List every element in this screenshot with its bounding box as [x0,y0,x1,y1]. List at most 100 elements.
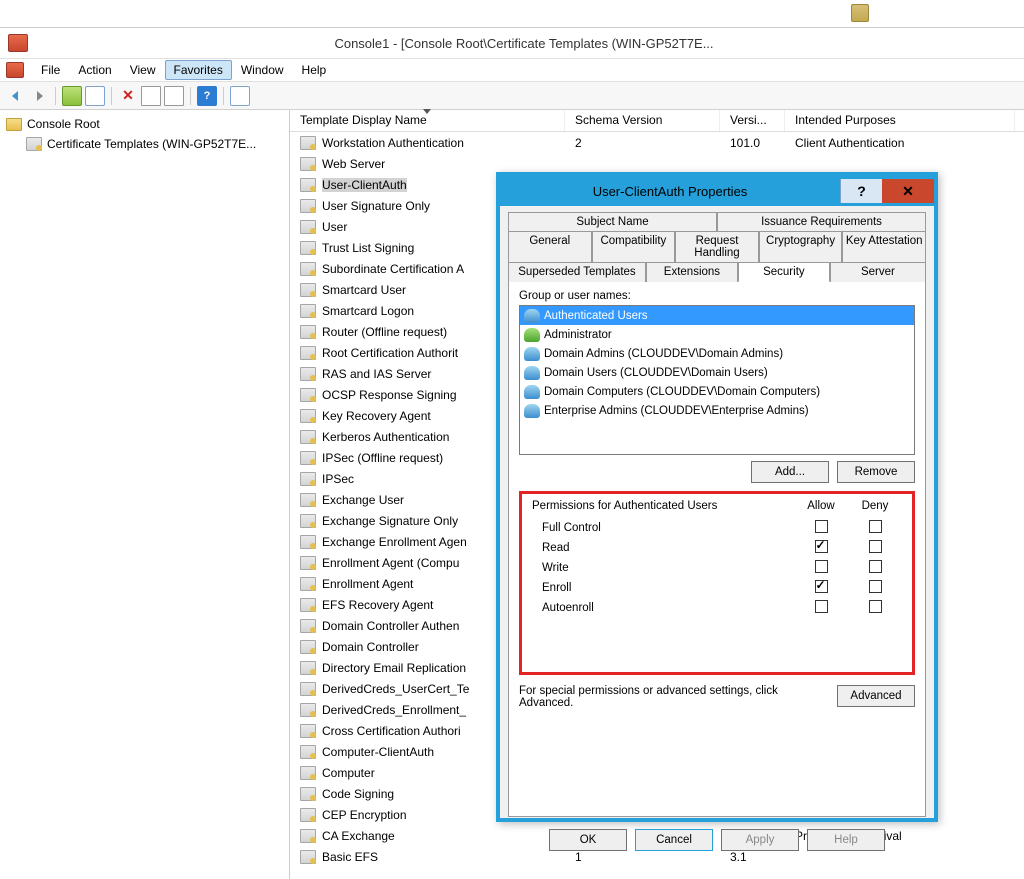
menu-window[interactable]: Window [232,60,293,80]
action-pane-icon[interactable] [230,86,250,106]
list-header[interactable]: Template Display Name Schema Version Ver… [290,110,1024,132]
tree-root[interactable]: Console Root [2,114,287,134]
dialog-title: User-ClientAuth Properties [500,184,840,199]
permission-row: Autoenroll [532,598,902,618]
deny-checkbox[interactable] [869,580,882,593]
cert-template-icon [26,137,42,151]
template-icon [300,787,316,801]
tab-superseded[interactable]: Superseded Templates [508,262,646,282]
template-name: Smartcard Logon [322,304,414,318]
col-schema[interactable]: Schema Version [565,110,720,131]
back-icon[interactable] [6,86,26,106]
tab-key-attestation[interactable]: Key Attestation [842,231,926,262]
tabs-row-3: Superseded Templates Extensions Security… [508,262,926,282]
col-template-name[interactable]: Template Display Name [290,110,565,131]
template-name: User-ClientAuth [322,178,407,192]
cancel-button[interactable]: Cancel [635,829,713,851]
deny-checkbox[interactable] [869,600,882,613]
template-icon [300,514,316,528]
menu-view[interactable]: View [121,60,165,80]
tabs-row-2: General Compatibility Request Handling C… [508,231,926,262]
dialog-help-button[interactable]: ? [840,179,882,203]
permission-name: Write [532,562,794,574]
dialog-close-button[interactable]: ✕ [882,179,934,203]
template-icon [300,157,316,171]
add-button[interactable]: Add... [751,461,829,483]
tree-cert-templates[interactable]: Certificate Templates (WIN-GP52T7E... [2,134,287,154]
allow-checkbox[interactable] [815,580,828,593]
tree-pane[interactable]: Console Root Certificate Templates (WIN-… [0,110,290,879]
menu-help[interactable]: Help [293,60,336,80]
advanced-button[interactable]: Advanced [837,685,915,707]
template-icon [300,472,316,486]
group-list[interactable]: Authenticated Users AdministratorDomain A… [519,305,915,455]
group-row[interactable]: Authenticated Users [520,306,914,325]
template-icon [300,577,316,591]
tabs-row-1: Subject Name Issuance Requirements [508,212,926,231]
show-hide-tree-icon[interactable] [85,86,105,106]
menu-favorites[interactable]: Favorites [165,60,232,80]
group-list-label: Group or user names: [519,290,915,302]
dialog-title-bar[interactable]: User-ClientAuth Properties ? ✕ [500,176,934,206]
tab-extensions[interactable]: Extensions [646,262,738,282]
allow-checkbox[interactable] [815,520,828,533]
group-row[interactable]: Domain Computers (CLOUDDEV\Domain Comput… [520,382,914,401]
group-row[interactable]: Domain Users (CLOUDDEV\Domain Users) [520,363,914,382]
properties-dialog: User-ClientAuth Properties ? ✕ Subject N… [496,172,938,822]
tab-server[interactable]: Server [830,262,926,282]
delete-icon[interactable]: ✕ [118,86,138,106]
template-name: Basic EFS [322,850,378,864]
permission-name: Enroll [532,582,794,594]
allow-checkbox[interactable] [815,540,828,553]
menu-app-icon [6,62,24,78]
forward-icon[interactable] [29,86,49,106]
up-icon[interactable] [62,86,82,106]
advanced-text: For special permissions or advanced sett… [519,685,837,709]
version-value: 101.0 [720,136,785,150]
remove-button[interactable]: Remove [837,461,915,483]
col-purpose[interactable]: Intended Purposes [785,110,1015,131]
tab-subject-name[interactable]: Subject Name [508,212,717,231]
allow-checkbox[interactable] [815,600,828,613]
tab-compatibility[interactable]: Compatibility [592,231,676,262]
apply-button[interactable]: Apply [721,829,799,851]
template-name: Trust List Signing [322,241,414,255]
group-row[interactable]: Enterprise Admins (CLOUDDEV\Enterprise A… [520,401,914,420]
template-icon [300,367,316,381]
tab-issuance-requirements[interactable]: Issuance Requirements [717,212,926,231]
table-row[interactable]: Workstation Authentication2101.0Client A… [290,132,1024,153]
tab-security[interactable]: Security [738,262,830,282]
template-icon [300,808,316,822]
menu-file[interactable]: File [32,60,69,80]
menu-action[interactable]: Action [69,60,120,80]
tab-cryptography[interactable]: Cryptography [759,231,843,262]
permissions-box: Permissions for Authenticated Users Allo… [519,491,915,675]
deny-checkbox[interactable] [869,540,882,553]
template-name: OCSP Response Signing [322,388,457,402]
group-row[interactable]: Domain Admins (CLOUDDEV\Domain Admins) [520,344,914,363]
menu-bar[interactable]: File Action View Favorites Window Help [0,58,1024,82]
perm-allow-header: Allow [794,500,848,512]
help-button[interactable]: Help [807,829,885,851]
permission-row: Full Control [532,518,902,538]
deny-checkbox[interactable] [869,560,882,573]
template-name: Exchange Signature Only [322,514,458,528]
group-name: Authenticated Users [544,310,648,322]
export-icon[interactable] [164,86,184,106]
ok-button[interactable]: OK [549,829,627,851]
deny-checkbox[interactable] [869,520,882,533]
help-icon[interactable]: ? [197,86,217,106]
allow-checkbox[interactable] [815,560,828,573]
group-icon [524,309,540,323]
properties-icon[interactable] [141,86,161,106]
table-row[interactable]: Web Server [290,153,1024,174]
tab-request-handling[interactable]: Request Handling [675,231,759,262]
group-name: Enterprise Admins (CLOUDDEV\Enterprise A… [544,405,809,417]
permission-row: Write [532,558,902,578]
template-icon [300,262,316,276]
col-version[interactable]: Versi... [720,110,785,131]
tab-general[interactable]: General [508,231,592,262]
group-row[interactable]: Administrator [520,325,914,344]
template-name: Enrollment Agent [322,577,413,591]
permission-name: Full Control [532,522,794,534]
